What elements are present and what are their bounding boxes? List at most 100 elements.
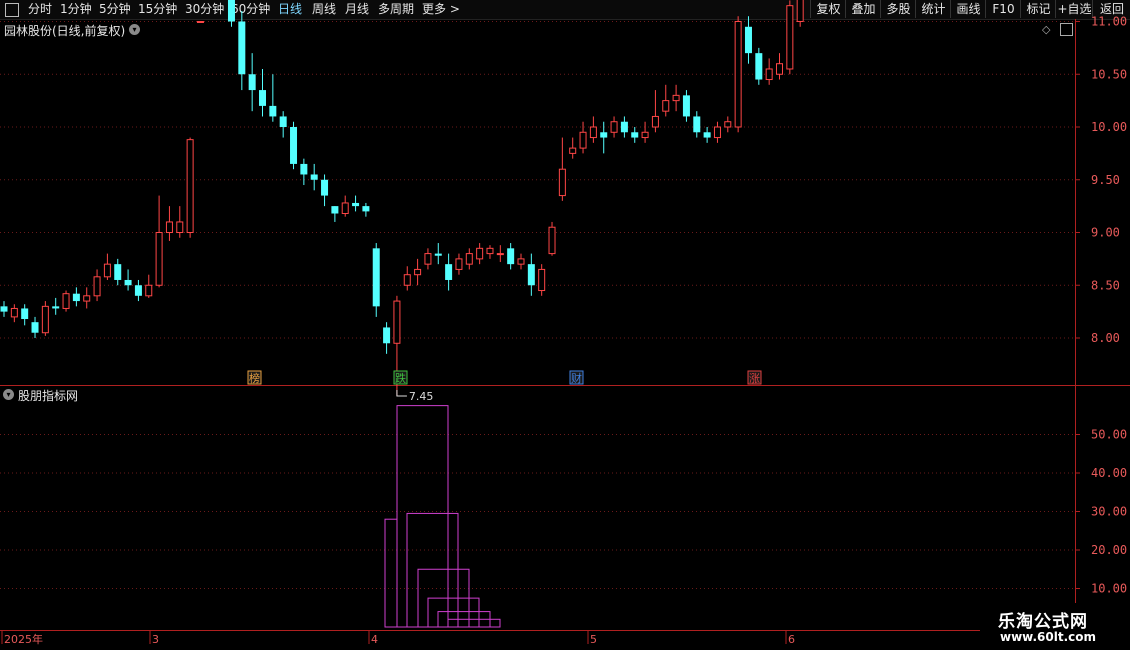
indicator-tick-label: 20.00 xyxy=(1091,543,1127,557)
watermark-title: 乐淘公式网 xyxy=(998,612,1088,632)
event-badge-label: 涨 xyxy=(749,372,760,385)
candle-body xyxy=(248,74,256,91)
indicator-title: 股朋指标网 xyxy=(18,389,79,403)
candle-body xyxy=(52,306,60,309)
candle-body xyxy=(393,300,401,344)
candle-body xyxy=(496,253,504,256)
candle-body xyxy=(114,264,122,280)
candle-body xyxy=(507,248,515,265)
candle-body xyxy=(83,295,91,302)
diamond-icon[interactable]: ◇ xyxy=(1042,23,1050,36)
candle-body xyxy=(403,274,411,286)
candle-body xyxy=(765,68,773,81)
event-badge-label: 跌 xyxy=(395,371,406,385)
candle-body xyxy=(724,121,732,128)
candle-body xyxy=(269,105,277,117)
candle-body xyxy=(682,95,690,117)
candle-body xyxy=(527,264,535,286)
candle-body xyxy=(186,139,194,233)
candle-body xyxy=(796,0,804,22)
date-label: 4 xyxy=(371,633,378,646)
candle-body xyxy=(476,247,484,260)
chevron-down-icon[interactable]: ▾ xyxy=(129,24,140,35)
indicator-tick-label: 10.00 xyxy=(1091,582,1127,596)
candle-body xyxy=(165,221,173,233)
candle-body xyxy=(600,132,608,138)
indicator-tick-label: 40.00 xyxy=(1091,466,1127,480)
candle-body xyxy=(155,232,163,286)
price-tick-label: 8.00 xyxy=(1091,331,1120,345)
candle-body xyxy=(776,63,783,75)
indicator-box xyxy=(384,518,398,628)
candle-body xyxy=(703,132,711,138)
candle-body xyxy=(227,0,235,22)
candle-body xyxy=(259,90,266,106)
candle-body xyxy=(548,226,556,255)
candle-body xyxy=(238,21,246,75)
price-tick-label: 10.50 xyxy=(1091,67,1127,81)
candle-body xyxy=(196,21,204,23)
candle-body xyxy=(21,308,29,320)
candle-body xyxy=(693,116,701,133)
candle-body xyxy=(734,21,742,128)
candle-body xyxy=(662,100,670,112)
candle-body xyxy=(610,121,618,133)
candle-body xyxy=(176,221,184,233)
watermark: 乐淘公式网 www.60lt.com xyxy=(980,603,1130,650)
candle-body xyxy=(744,26,752,54)
candle-body xyxy=(383,327,391,344)
candle-body xyxy=(124,279,132,286)
date-label: 5 xyxy=(590,633,597,646)
candle-body xyxy=(290,127,298,164)
indicator-tick-label: 30.00 xyxy=(1091,505,1127,519)
indicator-box xyxy=(396,405,449,628)
price-tick-label: 9.50 xyxy=(1091,173,1120,187)
candle-body xyxy=(62,293,70,309)
price-tick-label: 10.00 xyxy=(1091,120,1127,134)
candle-body xyxy=(145,284,153,297)
chart-title: 园林股份(日线,前复权) xyxy=(4,22,125,39)
candle-body xyxy=(620,121,628,133)
candle-body xyxy=(538,268,546,292)
candle-body xyxy=(672,94,680,102)
candle-body xyxy=(569,147,577,154)
indicator-tick-label: 50.00 xyxy=(1091,428,1127,442)
chevron-down-icon[interactable]: ▾ xyxy=(3,389,14,400)
candle-body xyxy=(434,253,442,256)
layout-toggle-icon[interactable] xyxy=(1060,23,1073,36)
candle-body xyxy=(279,116,287,127)
candle-body xyxy=(362,206,370,212)
candle-body xyxy=(589,126,597,139)
price-tick-label: 8.50 xyxy=(1091,278,1120,292)
candle-body xyxy=(352,202,360,207)
candle-body xyxy=(424,253,432,265)
candle-body xyxy=(786,5,794,70)
candle-body xyxy=(41,305,49,334)
candle-body xyxy=(631,132,639,138)
price-tick-label: 9.00 xyxy=(1091,226,1120,240)
candle-body xyxy=(579,131,587,149)
candle-body xyxy=(300,163,308,175)
date-label: 3 xyxy=(152,633,159,646)
event-badge-label: 榜 xyxy=(249,371,260,385)
date-label: 2025年 xyxy=(4,632,43,646)
candle-body xyxy=(465,253,473,265)
candle-body xyxy=(341,202,349,215)
candle-body xyxy=(310,174,318,180)
candle-body xyxy=(331,206,339,214)
candle-body xyxy=(134,285,142,296)
candle-body xyxy=(414,268,422,276)
candle-body xyxy=(641,131,649,139)
indicator-box xyxy=(427,597,480,628)
indicator-box xyxy=(447,618,501,628)
candle-body xyxy=(755,53,763,80)
low-price-label: 7.45 xyxy=(409,390,434,403)
candle-body xyxy=(31,322,39,333)
event-badge-label: 财 xyxy=(571,371,582,385)
price-tick-label: 11.00 xyxy=(1091,15,1127,29)
watermark-url: www.60lt.com xyxy=(1000,630,1097,644)
candle-body xyxy=(445,264,453,280)
indicator-box xyxy=(406,512,459,628)
candle-body xyxy=(558,168,566,197)
candle-body xyxy=(72,293,80,302)
